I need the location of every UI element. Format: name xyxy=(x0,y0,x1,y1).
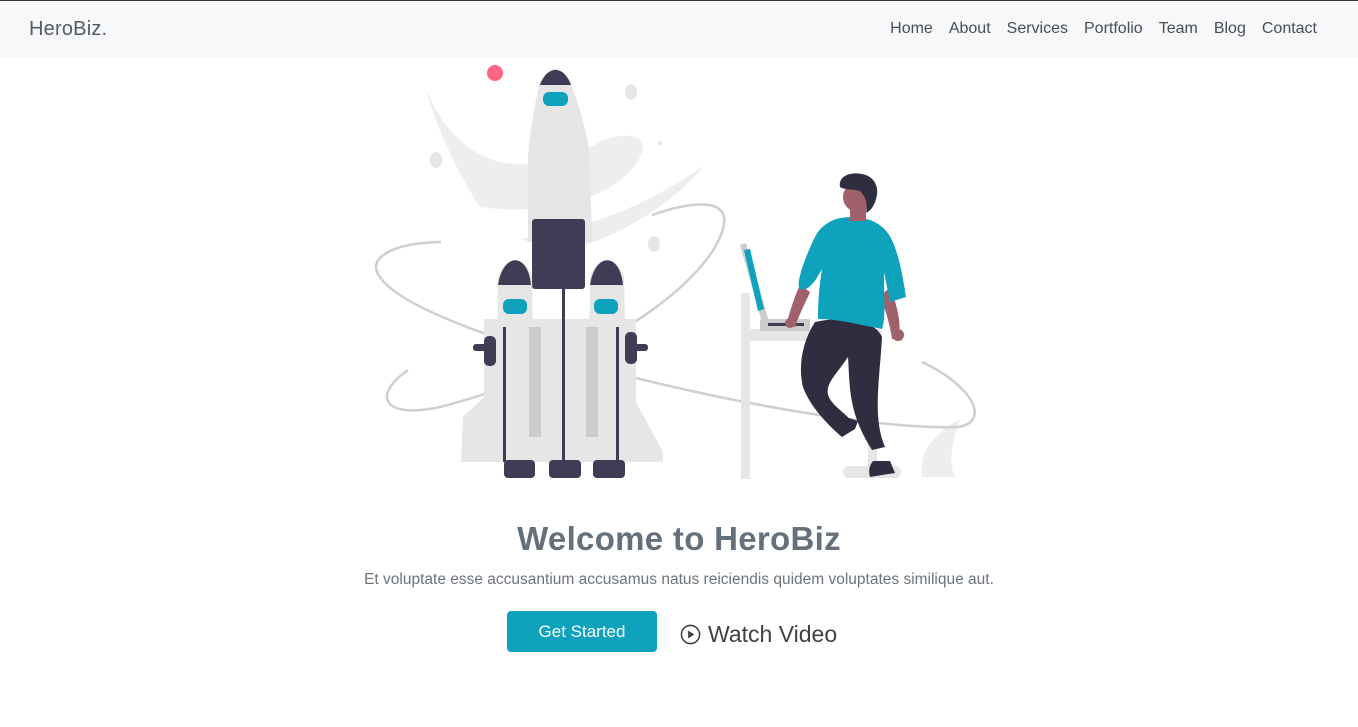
nav-blog[interactable]: Blog xyxy=(1214,20,1246,38)
person-hand xyxy=(892,329,904,341)
hero-illustration xyxy=(374,65,976,479)
watch-video-button[interactable]: Watch Video xyxy=(680,617,837,651)
right-booster-nose xyxy=(590,260,623,285)
rocket-fin xyxy=(625,332,637,364)
main-nav: Home About Services Portfolio Team Blog … xyxy=(890,20,1317,38)
nav-contact[interactable]: Contact xyxy=(1262,20,1317,38)
pink-dot xyxy=(487,65,503,81)
person-leg xyxy=(800,318,885,450)
rocket-thruster xyxy=(549,460,581,478)
navbar: HeroBiz. Home About Services Portfolio T… xyxy=(0,1,1358,57)
hero-subtitle: Et voluptate esse accusantium accusamus … xyxy=(364,571,994,588)
right-booster-window xyxy=(594,299,618,314)
left-booster-window xyxy=(503,299,527,314)
gray-dot xyxy=(648,236,660,252)
rocket-strut xyxy=(503,327,506,462)
rocket-thruster xyxy=(504,460,535,478)
watch-video-label: Watch Video xyxy=(708,620,838,647)
rocket-thruster xyxy=(593,460,625,478)
nav-team[interactable]: Team xyxy=(1159,20,1198,38)
nav-home[interactable]: Home xyxy=(890,20,933,38)
play-circle-icon xyxy=(680,624,701,644)
get-started-button[interactable]: Get Started xyxy=(507,611,657,652)
desk-leg xyxy=(741,293,750,479)
rocket-fin xyxy=(484,336,496,366)
rocket-strut xyxy=(562,289,565,462)
brand-logo[interactable]: HeroBiz. xyxy=(29,18,107,41)
gray-dot xyxy=(430,152,442,168)
rocket-nose xyxy=(540,70,571,85)
nav-about[interactable]: About xyxy=(949,20,991,38)
rocket-panel xyxy=(586,327,598,437)
nav-services[interactable]: Services xyxy=(1007,20,1068,38)
hero-title: Welcome to HeroBiz xyxy=(517,520,841,557)
left-booster-nose xyxy=(498,260,531,285)
gray-dot xyxy=(625,84,637,100)
rocket-strut xyxy=(616,327,619,462)
rocket-panel xyxy=(529,327,541,437)
rocket-module xyxy=(532,219,585,289)
gray-dot xyxy=(658,141,662,145)
rocket-window xyxy=(543,92,568,106)
nav-portfolio[interactable]: Portfolio xyxy=(1084,20,1143,38)
person-hand xyxy=(785,318,795,328)
